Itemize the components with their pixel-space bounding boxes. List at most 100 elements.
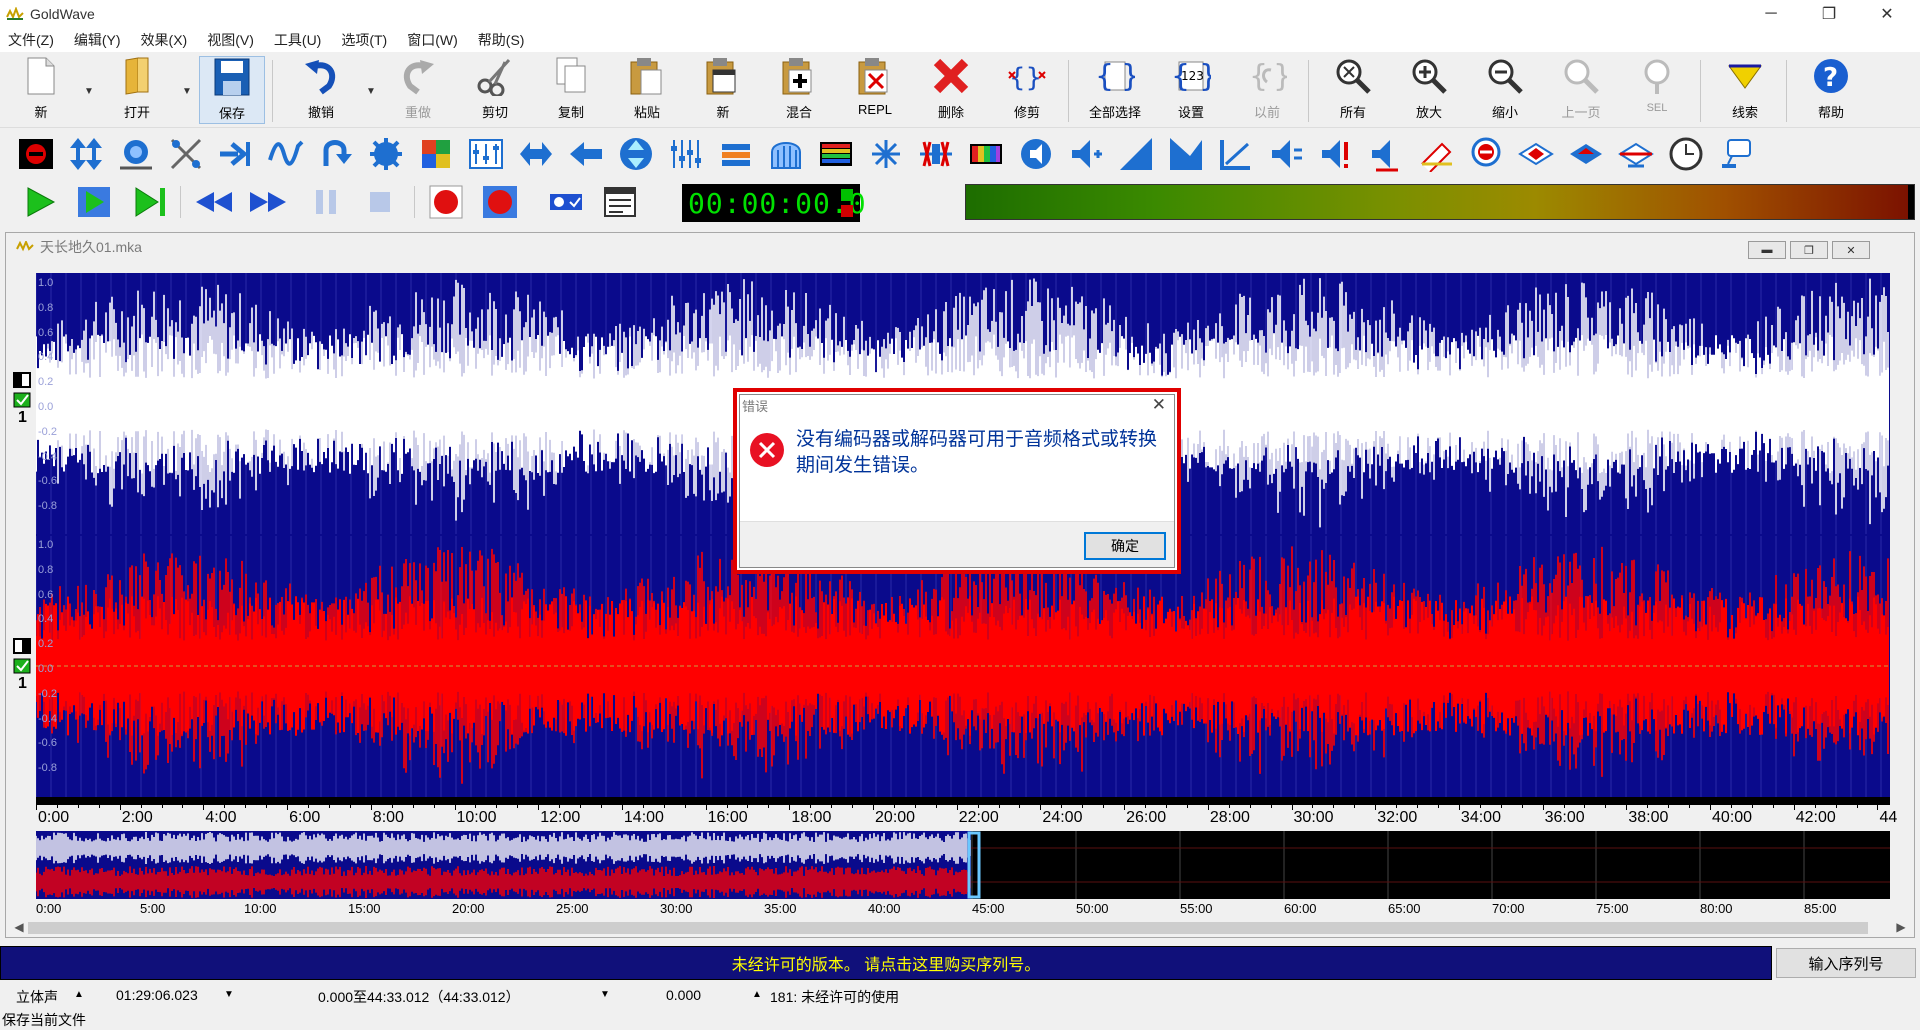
effect-expand-icon[interactable] <box>66 134 106 174</box>
effect-flanger-icon[interactable] <box>266 134 306 174</box>
doc-minimize-button[interactable]: ▬ <box>1748 241 1786 259</box>
help-button[interactable]: ? 帮助 <box>1798 56 1864 124</box>
menu-help[interactable]: 帮助(S) <box>478 30 525 50</box>
record-button[interactable] <box>424 182 468 222</box>
undo-button[interactable]: 撤销 <box>288 56 354 124</box>
rewind-button[interactable] <box>192 182 236 222</box>
device-controls-button[interactable] <box>544 182 588 222</box>
effect-invert-icon[interactable] <box>516 134 556 174</box>
open-dropdown-icon[interactable]: ▼ <box>182 86 192 97</box>
effect-stereo-icon[interactable] <box>166 134 206 174</box>
effect-channel-mixer-icon[interactable] <box>416 134 456 174</box>
restore-button[interactable]: ❐ <box>1806 0 1852 28</box>
effect-echo-icon[interactable] <box>216 134 256 174</box>
effect-clip-restore-icon[interactable] <box>1566 134 1606 174</box>
menu-tools[interactable]: 工具(U) <box>274 30 321 50</box>
save-button[interactable]: 保存 <box>199 56 265 124</box>
prev-page-button[interactable]: 上一页 <box>1548 56 1614 124</box>
effect-volume-change-icon[interactable] <box>1066 134 1106 174</box>
set-button[interactable]: 123{} 设置 <box>1158 56 1224 124</box>
effect-fade-in-icon[interactable] <box>1116 134 1156 174</box>
effect-volume-max-icon[interactable] <box>1316 134 1356 174</box>
record-selection-button[interactable] <box>478 182 522 222</box>
effect-matcher-icon[interactable] <box>1216 134 1256 174</box>
effect-cue-edit-icon[interactable] <box>1416 134 1456 174</box>
new-dropdown-icon[interactable]: ▼ <box>84 86 94 97</box>
status-selection[interactable]: 0.000至44:33.012（44:33.012） <box>318 987 520 1007</box>
doc-restore-button[interactable]: ❐ <box>1790 241 1828 259</box>
status-channels[interactable]: 立体声 <box>16 987 58 1007</box>
status-length[interactable]: 01:29:06.023 <box>116 987 198 1003</box>
effect-pitch-icon[interactable] <box>716 134 756 174</box>
pause-button[interactable] <box>304 182 348 222</box>
menu-options[interactable]: 选项(T) <box>341 30 387 50</box>
effect-spectrum-icon[interactable] <box>816 134 856 174</box>
selection-caret-icon[interactable]: ▼ <box>600 989 610 1000</box>
open-button[interactable]: 打开 <box>104 56 170 124</box>
effect-noise-reduction-icon[interactable] <box>1466 134 1506 174</box>
paste-new-button[interactable]: 新 <box>690 56 756 124</box>
timeline-ruler[interactable]: 0:00 2:00 4:00 6:00 8:00 10:00 12:00 14:00 16:00… <box>36 797 1897 827</box>
previous-button[interactable]: {} 以前 <box>1234 56 1300 124</box>
effect-maximize-icon[interactable] <box>1266 134 1306 174</box>
menu-window[interactable]: 窗口(W) <box>407 30 458 50</box>
play-button[interactable] <box>18 182 62 222</box>
control-properties-button[interactable] <box>598 182 642 222</box>
delete-button[interactable]: 删除 <box>918 56 984 124</box>
channels-caret-icon[interactable]: ▲ <box>74 989 84 1000</box>
effect-mechanize-icon[interactable] <box>566 134 606 174</box>
effect-fade-out-icon[interactable] <box>1166 134 1206 174</box>
unlicensed-banner[interactable]: 未经许可的版本。 请点击这里购买序列号。 <box>0 946 1772 980</box>
position-caret-icon[interactable]: ▲ <box>752 989 762 1000</box>
paste-button[interactable]: 粘贴 <box>614 56 680 124</box>
effect-resample-icon[interactable] <box>766 134 806 174</box>
menu-edit[interactable]: 编辑(Y) <box>74 30 121 50</box>
select-all-button[interactable]: {} 全部选择 <box>1082 56 1148 124</box>
cut-button[interactable]: 剪切 <box>462 56 528 124</box>
scroll-thumb[interactable] <box>28 922 1868 934</box>
overview-waveform[interactable] <box>36 831 1890 899</box>
effect-silence-reduction-icon[interactable] <box>916 134 956 174</box>
play-to-end-button[interactable] <box>128 182 172 222</box>
length-caret-icon[interactable]: ▼ <box>224 989 234 1000</box>
effect-offset-icon[interactable] <box>616 134 656 174</box>
status-position[interactable]: 0.000 <box>666 987 701 1003</box>
effect-reverb-icon[interactable] <box>866 134 906 174</box>
zoom-all-button[interactable]: 所有 <box>1320 56 1386 124</box>
effect-pop-filter-icon[interactable] <box>1516 134 1556 174</box>
effect-pan-icon[interactable] <box>666 134 706 174</box>
undo-dropdown-icon[interactable]: ▼ <box>366 86 376 97</box>
doc-close-button[interactable]: ✕ <box>1832 241 1870 259</box>
effect-time-warp-clock-icon[interactable] <box>1666 134 1706 174</box>
mix-button[interactable]: 混合 <box>766 56 832 124</box>
zoom-in-button[interactable]: 放大 <box>1396 56 1462 124</box>
replace-button[interactable]: REPL <box>842 56 908 124</box>
effect-auto-gain-icon[interactable] <box>1366 134 1406 174</box>
menu-view[interactable]: 视图(V) <box>207 30 254 50</box>
scroll-left-icon[interactable]: ◀ <box>10 918 28 936</box>
effect-playback-rate-icon[interactable] <box>966 134 1006 174</box>
effect-reverse-icon[interactable] <box>316 134 356 174</box>
minimize-button[interactable]: ─ <box>1748 0 1794 28</box>
new-button[interactable]: 新 <box>8 56 74 124</box>
horizontal-scrollbar[interactable]: ◀ ▶ <box>6 918 1916 936</box>
fast-forward-button[interactable] <box>246 182 290 222</box>
effect-stop-icon[interactable] <box>16 134 56 174</box>
scroll-right-icon[interactable]: ▶ <box>1892 918 1910 936</box>
cue-button[interactable]: 线索 <box>1712 56 1778 124</box>
trim-button[interactable]: {} 修剪 <box>994 56 1060 124</box>
effect-volume-shape-icon[interactable] <box>1016 134 1056 174</box>
menu-effects[interactable]: 效果(X) <box>141 30 188 50</box>
menu-file[interactable]: 文件(Z) <box>8 30 54 50</box>
zoom-out-button[interactable]: 缩小 <box>1472 56 1538 124</box>
effect-speech-icon[interactable] <box>1716 134 1756 174</box>
copy-button[interactable]: 复制 <box>538 56 604 124</box>
play-selection-button[interactable] <box>72 182 116 222</box>
effect-doppler-icon[interactable] <box>116 134 156 174</box>
effect-compressor-icon[interactable] <box>1616 134 1656 174</box>
stop-button[interactable] <box>358 182 402 222</box>
dialog-close-icon[interactable]: ✕ <box>1152 395 1166 415</box>
effect-equalizer-icon[interactable] <box>466 134 506 174</box>
zoom-sel-button[interactable]: SEL <box>1624 56 1690 124</box>
effect-settings-gear-icon[interactable] <box>366 134 406 174</box>
